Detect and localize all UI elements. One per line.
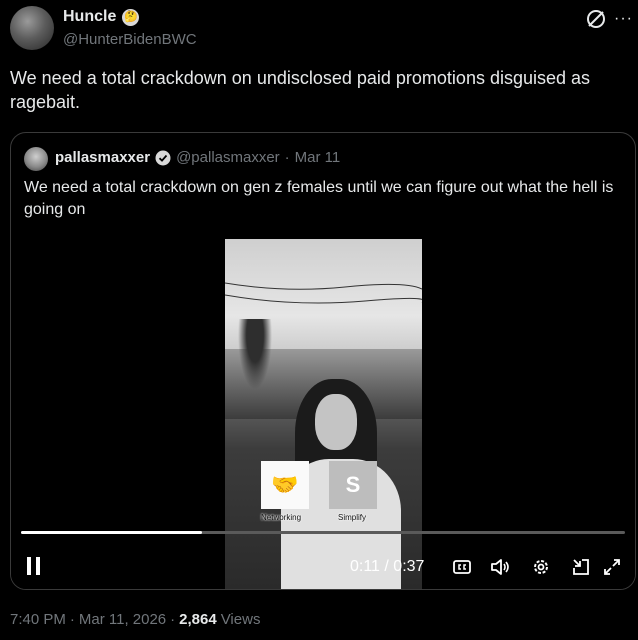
verified-badge-icon: [155, 150, 171, 166]
author-name-row: Huncle 🤔: [63, 8, 140, 26]
quoted-header: pallasmaxxer @pallasmaxxer · Mar 11: [55, 149, 340, 166]
author-avatar[interactable]: [10, 6, 54, 50]
background-palm: [235, 319, 275, 399]
person-face: [315, 394, 357, 450]
quoted-author-handle[interactable]: @pallasmaxxer: [176, 149, 280, 166]
pop-out-icon[interactable]: [570, 556, 592, 578]
fullscreen-icon[interactable]: [601, 556, 623, 578]
thinking-face-icon: 🤔: [122, 8, 140, 26]
video-progress-bar[interactable]: [21, 531, 625, 534]
video-time: 0:11 / 0:37: [350, 558, 425, 575]
post-footer: 7:40 PM · Mar 11, 2026 · 2,864 Views: [10, 611, 260, 628]
quoted-text: We need a total crackdown on gen z femal…: [24, 179, 614, 218]
video-progress-fill: [21, 531, 203, 534]
post-date[interactable]: Mar 11, 2026: [79, 611, 166, 628]
quoted-author-avatar[interactable]: [24, 147, 48, 171]
video-player[interactable]: 🤝 S Networking Simplify 0:11 / 0:37: [11, 239, 635, 589]
more-options-icon[interactable]: ···: [614, 10, 633, 28]
quoted-date[interactable]: Mar 11: [295, 149, 341, 166]
meta-separator: ·: [284, 149, 290, 166]
string-lights: [225, 282, 422, 304]
author-handle[interactable]: @HunterBidenBWC: [63, 31, 197, 48]
views-count: 2,864: [179, 611, 217, 628]
views-label: Views: [220, 611, 261, 628]
settings-gear-icon[interactable]: [530, 556, 552, 578]
video-controls: 0:11 / 0:37: [11, 554, 635, 582]
card-label-networking: Networking: [261, 513, 302, 522]
quoted-author-name[interactable]: pallasmaxxer: [55, 149, 150, 166]
pause-icon[interactable]: [27, 557, 41, 575]
grok-icon[interactable]: [585, 8, 607, 30]
footer-separator: ·: [69, 611, 75, 628]
footer-separator: ·: [170, 611, 176, 628]
volume-icon[interactable]: [489, 556, 511, 578]
simplify-logo-icon: S: [329, 461, 377, 509]
post-text: We need a total crackdown on undisclosed…: [10, 68, 591, 112]
quoted-post[interactable]: pallasmaxxer @pallasmaxxer · Mar 11 We n…: [10, 132, 636, 590]
post-time[interactable]: 7:40 PM: [10, 611, 66, 628]
handshake-icon: 🤝: [261, 461, 309, 509]
video-frame[interactable]: 🤝 S Networking Simplify: [225, 239, 422, 589]
post: Huncle 🤔 @HunterBidenBWC ··· We need a t…: [0, 0, 638, 640]
captions-icon[interactable]: [451, 556, 473, 578]
card-label-simplify: Simplify: [338, 513, 367, 522]
author-name[interactable]: Huncle: [63, 8, 116, 26]
